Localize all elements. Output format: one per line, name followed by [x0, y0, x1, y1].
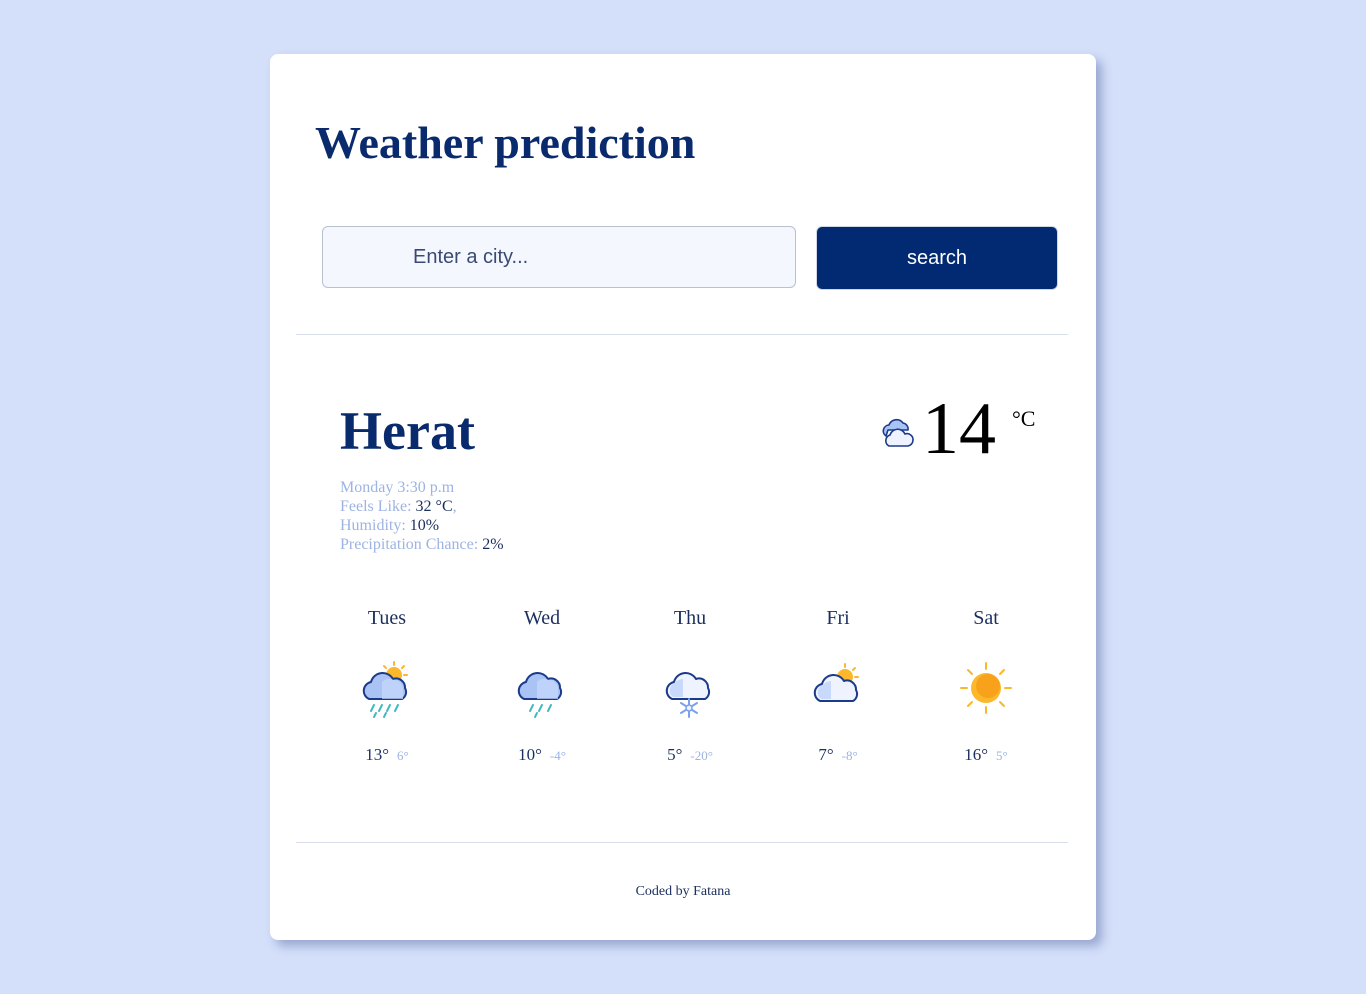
feels-like-value: 32 °C	[415, 498, 453, 515]
feels-like-comma: ,	[452, 498, 457, 515]
partly-cloudy-icon	[813, 663, 859, 702]
forecast-day-label: Wed	[523, 607, 561, 629]
forecast-day: Fri 7° -8°	[788, 606, 888, 765]
snow-icon	[665, 672, 711, 718]
precipitation-label: Precipitation Chance:	[340, 536, 479, 553]
forecast-day-label: Sat	[973, 607, 999, 629]
forecast-day-label: Fri	[826, 607, 850, 629]
search-input[interactable]	[322, 226, 796, 288]
search-button[interactable]: search	[816, 226, 1058, 290]
humidity-row: Humidity: 10%	[340, 516, 504, 535]
forecast-day-label: Tues	[367, 607, 407, 629]
rain-sun-icon	[362, 661, 408, 718]
forecast-day: Tues 13° 6°	[337, 606, 437, 765]
feels-like-label: Feels Like:	[340, 498, 412, 515]
forecast-max-temp: 13°	[365, 745, 390, 764]
feels-like-row: Feels Like: 32 °C,	[340, 497, 504, 516]
forecast-min-temp: -4°	[549, 748, 566, 763]
weather-card: Weather prediction search Herat Monday 3…	[270, 54, 1096, 940]
precipitation-row: Precipitation Chance: 2%	[340, 535, 504, 554]
page-title: Weather prediction	[315, 117, 696, 168]
forecast-temps: 16° 5°	[936, 745, 1036, 765]
temperature-unit: °C	[1012, 406, 1036, 431]
current-details: Monday 3:30 p.m Feels Like: 32 °C, Humid…	[340, 478, 504, 554]
forecast-min-temp: 6°	[397, 748, 409, 763]
humidity-label: Humidity:	[340, 517, 406, 534]
few-clouds-icon	[882, 418, 914, 447]
forecast-temps: 10° -4°	[492, 745, 592, 765]
rain-icon	[517, 672, 563, 718]
forecast-temps: 13° 6°	[337, 745, 437, 765]
divider	[296, 334, 1068, 335]
forecast-temps: 5° -20°	[640, 745, 740, 765]
forecast-min-temp: 5°	[996, 748, 1008, 763]
forecast-max-temp: 10°	[518, 745, 542, 764]
forecast-min-temp: -8°	[841, 748, 858, 763]
forecast-temps: 7° -8°	[788, 745, 888, 765]
forecast-max-temp: 7°	[818, 745, 834, 764]
footer-credit: Coded by Fatana	[635, 884, 731, 899]
forecast-max-temp: 5°	[667, 745, 683, 764]
forecast-day: Sat 16° 5°	[936, 606, 1036, 765]
precipitation-value: 2%	[482, 536, 504, 553]
current-datetime: Monday 3:30 p.m	[340, 479, 455, 496]
forecast-day: Wed 10° -4°	[492, 606, 592, 765]
humidity-value: 10%	[409, 517, 440, 534]
forecast-min-temp: -20°	[690, 748, 713, 763]
divider	[296, 842, 1068, 843]
sun-icon	[960, 662, 1012, 714]
forecast-day-label: Thu	[673, 607, 707, 629]
current-temperature: 14	[922, 388, 996, 470]
forecast-day: Thu 5° -20°	[640, 606, 740, 765]
city-name: Herat	[340, 401, 475, 461]
forecast-max-temp: 16°	[964, 745, 989, 764]
